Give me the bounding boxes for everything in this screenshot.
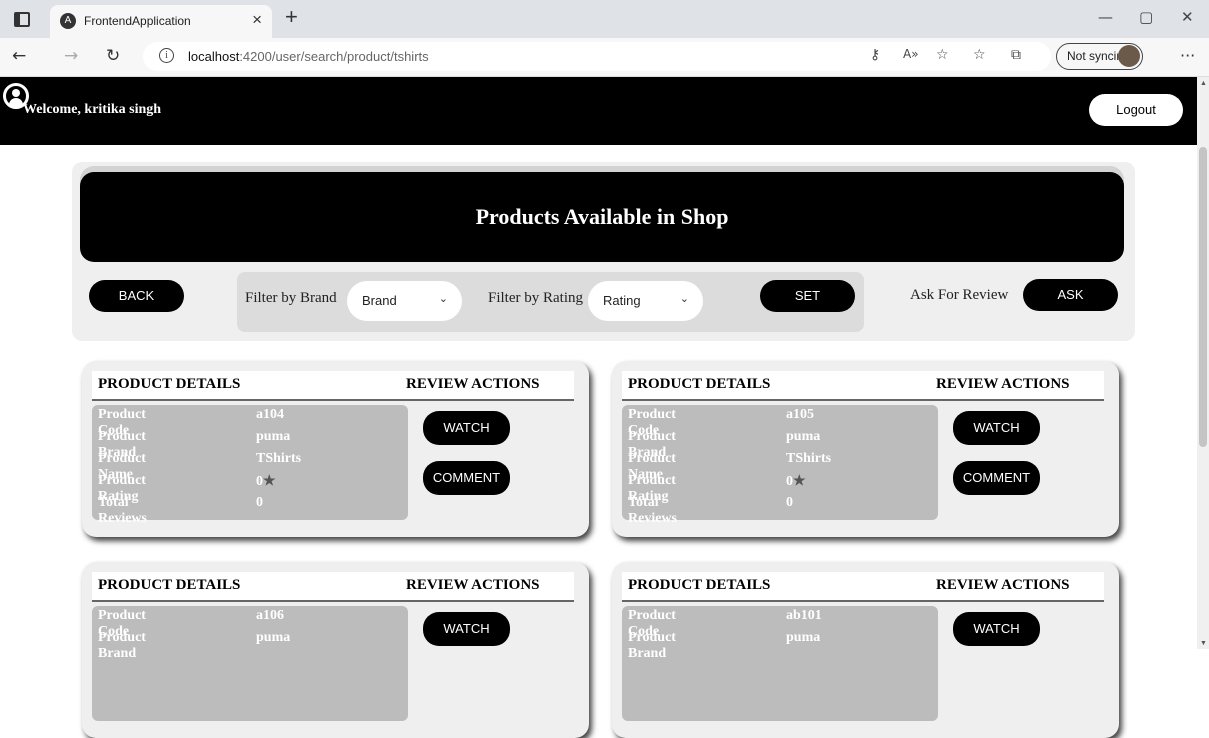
scroll-up-icon[interactable]: ▲ [1200,79,1207,87]
review-actions-heading: REVIEW ACTIONS [936,577,1070,593]
review-actions-heading: REVIEW ACTIONS [406,376,540,392]
product-code: ab101 [786,608,822,623]
product-code: a105 [786,407,814,422]
more-menu-icon[interactable]: ··· [1180,46,1195,65]
product-details-heading: PRODUCT DETAILS [98,577,241,593]
back-button[interactable]: BACK [89,280,184,312]
tab-actions-icon[interactable] [14,12,30,27]
scroll-down-icon[interactable]: ▼ [1200,639,1207,647]
profile-button[interactable]: Not syncing [1056,43,1143,70]
total-reviews: 0 [786,495,793,510]
brand-select[interactable]: Brand ⌄ [347,281,462,321]
page-scrollbar[interactable]: ▲ ▼ [1197,77,1209,649]
url-text: localhost:4200/user/search/product/tshir… [188,49,429,64]
product-details: Product Code a104 Product Brand puma Produ… [92,405,408,526]
product-brand: puma [786,630,821,645]
close-window-button[interactable]: ✕ [1181,8,1194,26]
maximize-button[interactable]: ▢ [1139,8,1153,26]
read-aloud-icon[interactable]: A» [903,47,919,61]
set-button[interactable]: SET [760,280,855,312]
page-title: Products Available in Shop [80,172,1124,262]
brand-label: Product Brand [628,630,676,661]
comment-button[interactable]: COMMENT [953,461,1040,495]
key-icon[interactable]: ⚷ [870,47,880,63]
refresh-icon[interactable]: ↻ [106,46,120,66]
url-path: :4200/user/search/product/tshirts [239,49,429,64]
review-actions-heading: REVIEW ACTIONS [936,376,1070,392]
tab-close-icon[interactable]: × [252,10,262,30]
comment-button[interactable]: COMMENT [423,461,510,495]
star-icon: ★ [793,474,806,489]
product-details-heading: PRODUCT DETAILS [98,376,241,392]
logout-button[interactable]: Logout [1089,94,1183,126]
product-details: Product Code a105 Product Brand puma Produ… [622,405,938,526]
brand-select-value: Brand [362,293,397,308]
chevron-down-icon: ⌄ [438,293,448,305]
star-icon: ★ [263,474,276,489]
ask-review-label: Ask For Review [910,287,1009,303]
scrollbar-thumb[interactable] [1199,147,1207,447]
app-header: Welcome, kritika singh Logout [0,77,1197,145]
avatar [1118,45,1140,67]
product-details-heading: PRODUCT DETAILS [628,376,771,392]
card-header: PRODUCT DETAILS REVIEW ACTIONS [622,572,1104,602]
tab-title: FrontendApplication [84,14,191,28]
new-tab-button[interactable]: + [285,4,298,30]
product-card: PRODUCT DETAILS REVIEW ACTIONS Product C… [612,361,1119,537]
product-name: TShirts [786,451,832,466]
minimize-button[interactable]: — [1098,8,1113,26]
product-name: TShirts [256,451,302,466]
product-card: PRODUCT DETAILS REVIEW ACTIONS Product C… [82,361,589,537]
control-panel: Products Available in Shop BACK Filter b… [72,162,1135,341]
watch-button[interactable]: WATCH [423,612,510,646]
rating-select[interactable]: Rating ⌄ [588,281,703,321]
product-card: PRODUCT DETAILS REVIEW ACTIONS Product C… [612,562,1119,738]
product-rating: 0 [256,474,263,489]
brand-filter-label: Filter by Brand [245,290,337,306]
product-brand: puma [256,429,291,444]
filter-box: Filter by Brand Brand ⌄ Filter by Rating… [237,272,864,332]
angular-favicon-icon: A [60,13,76,29]
product-card: PRODUCT DETAILS REVIEW ACTIONS Product C… [82,562,589,738]
rating-select-value: Rating [603,293,641,308]
product-details: Product Code ab101 Product Brand puma [622,606,938,721]
product-rating: 0 [786,474,793,489]
product-details: Product Code a106 Product Brand puma [92,606,408,721]
forward-icon[interactable]: → [64,46,78,66]
favorites-list-icon[interactable]: ☆ [973,47,986,63]
chevron-down-icon: ⌄ [679,293,689,305]
brand-label: Product Brand [98,630,146,661]
card-header: PRODUCT DETAILS REVIEW ACTIONS [622,371,1104,401]
card-header: PRODUCT DETAILS REVIEW ACTIONS [92,572,574,602]
watch-button[interactable]: WATCH [953,411,1040,445]
reviews-label: Total Reviews [98,495,147,526]
browser-nav-bar: ← → ↻ i localhost:4200/user/search/produ… [0,38,1209,77]
product-code: a104 [256,407,284,422]
browser-tab-bar: A FrontendApplication × + — ▢ ✕ [0,0,1209,38]
collections-icon[interactable]: ⧉ [1011,47,1021,63]
site-info-icon[interactable]: i [159,48,174,63]
watch-button[interactable]: WATCH [423,411,510,445]
rating-filter-label: Filter by Rating [488,290,583,306]
product-details-heading: PRODUCT DETAILS [628,577,771,593]
watch-button[interactable]: WATCH [953,612,1040,646]
back-icon[interactable]: ← [12,46,26,66]
product-brand: puma [786,429,821,444]
product-code: a106 [256,608,284,623]
welcome-text: Welcome, kritika singh [23,102,162,117]
browser-tab[interactable]: A FrontendApplication × [50,5,272,38]
ask-button[interactable]: ASK [1023,279,1118,311]
total-reviews: 0 [256,495,263,510]
favorite-icon[interactable]: ☆ [936,47,949,63]
product-brand: puma [256,630,291,645]
review-actions-heading: REVIEW ACTIONS [406,577,540,593]
address-bar[interactable]: i localhost:4200/user/search/product/tsh… [143,42,1051,71]
reviews-label: Total Reviews [628,495,677,526]
card-header: PRODUCT DETAILS REVIEW ACTIONS [92,371,574,401]
url-host: localhost [188,49,240,64]
